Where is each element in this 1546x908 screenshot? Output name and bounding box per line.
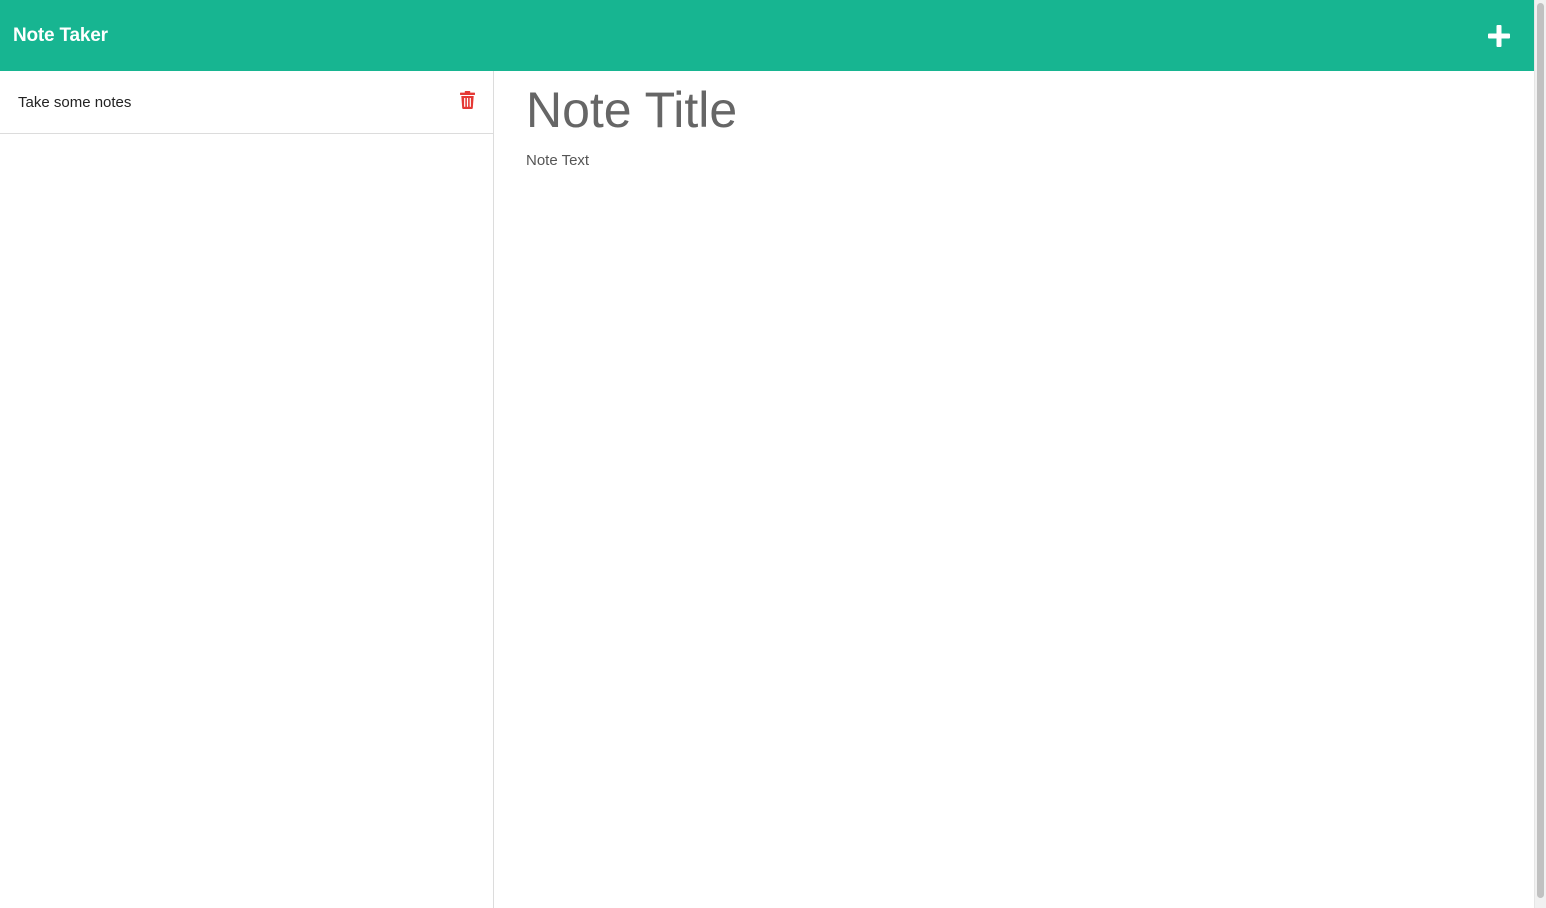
note-text-area[interactable]: [526, 152, 1502, 852]
note-taker-app: Note Taker Take some notes: [0, 0, 1546, 908]
trash-icon: [459, 91, 475, 109]
notes-sidebar: Take some notes: [0, 71, 494, 908]
note-title-input[interactable]: [526, 84, 1502, 136]
note-list-item[interactable]: Take some notes: [0, 71, 493, 134]
delete-note-button[interactable]: [458, 90, 476, 110]
app-brand[interactable]: Note Taker: [13, 25, 108, 47]
navbar: Note Taker: [0, 0, 1534, 71]
page-scrollbar[interactable]: [1534, 0, 1546, 908]
note-editor: [494, 71, 1534, 908]
scrollbar-thumb[interactable]: [1537, 3, 1544, 898]
plus-icon: [1488, 24, 1510, 47]
note-item-title[interactable]: Take some notes: [18, 94, 131, 111]
new-note-button[interactable]: [1486, 23, 1512, 49]
